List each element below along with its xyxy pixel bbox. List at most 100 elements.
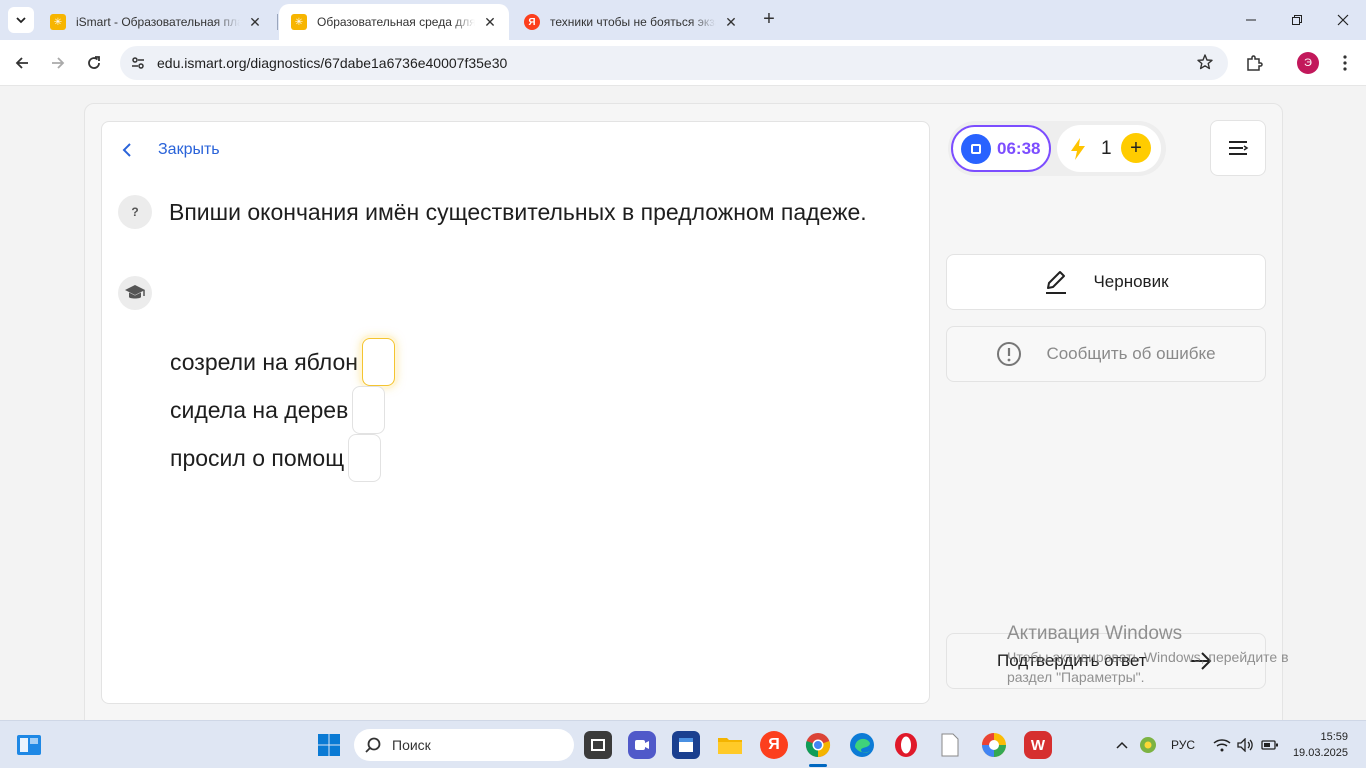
pencil-icon [1043,269,1069,295]
search-icon [365,737,381,753]
add-energy-button[interactable]: + [1121,133,1151,163]
exercise-line-1: созрели на яблон [170,338,395,386]
profile-avatar[interactable]: Э [1297,52,1319,74]
wps-office-icon[interactable]: W [1024,731,1052,759]
ismart-icon: ✳ [291,14,307,30]
back-button[interactable] [8,49,36,77]
search-placeholder: Поиск [392,737,431,753]
url-text: edu.ismart.org/diagnostics/67dabe1a6736e… [157,55,508,71]
chevron-left-icon [122,139,138,161]
exercise-text: созрели на яблон [170,348,358,375]
close-icon [1337,14,1349,26]
yandex-icon: Я [524,14,540,30]
new-tab-button[interactable]: + [758,9,780,31]
browser-menu-button[interactable] [1331,49,1359,77]
site-settings-icon[interactable] [128,53,148,73]
language-indicator[interactable]: РУС [1171,738,1195,752]
lightning-icon [1071,137,1085,160]
task-menu-button[interactable] [1210,120,1266,176]
minimize-button[interactable] [1228,0,1274,40]
stop-timer-icon[interactable] [961,133,991,164]
tab-title: iSmart - Образовательная платформа [76,15,240,29]
draft-label: Черновик [1093,272,1169,291]
browser-toolbar: edu.ismart.org/diagnostics/67dabe1a6736e… [0,40,1366,86]
opera-icon[interactable] [892,731,920,759]
minimize-icon [1246,19,1256,21]
report-error-button[interactable]: Сообщить об ошибке [946,326,1266,382]
bookmark-star-icon[interactable] [1196,53,1216,73]
tab-search-button[interactable] [8,7,34,33]
exercise-text: просил о помощ [170,444,345,471]
taskbar: Поиск Я W РУС 15:59 19.03.2025 [0,720,1366,768]
tab-strip: ✳ iSmart - Образовательная платформа ✕ ✳… [0,0,1366,40]
calendar-app-icon[interactable] [672,731,700,759]
energy-count: 1 [1101,137,1112,159]
restore-button[interactable] [1274,0,1320,40]
close-tab-icon[interactable]: ✕ [481,14,499,31]
exercise-line-3: просил о помощ [170,434,382,482]
confirm-label: Подтвердить ответ [997,651,1147,670]
ending-input-3[interactable] [348,434,382,482]
chevron-down-icon [16,17,26,24]
ending-input-2[interactable] [352,386,386,434]
tab-title: техники чтобы не бояться экзамена [550,15,716,29]
arrow-right-icon [52,57,65,69]
exercise-text: сидела на дерев [170,396,349,423]
chrome-icon[interactable] [804,731,832,759]
reload-button[interactable] [80,49,108,77]
draft-button[interactable]: Черновик [946,254,1266,310]
close-tab-icon[interactable]: ✕ [722,14,740,31]
close-label: Закрыть [158,141,220,158]
system-clock[interactable]: 15:59 19.03.2025 [1288,729,1348,761]
more-vertical-icon [1343,55,1347,71]
volume-icon[interactable] [1237,738,1255,752]
timer: 06:38 [951,125,1051,172]
exercise-line-2: сидела на дерев [170,386,386,434]
tab-learning-environment[interactable]: ✳ Образовательная среда для самостоятель… [279,4,509,40]
wifi-icon[interactable] [1213,738,1231,752]
color-wheel-app-icon[interactable] [980,731,1008,759]
active-app-indicator [809,764,827,767]
yandex-browser-icon[interactable]: Я [760,731,788,759]
help-question-icon[interactable]: ? [118,195,152,229]
timer-value: 06:38 [997,138,1041,158]
ending-input-1[interactable] [361,338,395,386]
report-label: Сообщить об ошибке [1046,344,1216,363]
close-tab-icon[interactable]: ✕ [246,14,264,31]
tab-divider [277,14,278,30]
teams-icon[interactable] [628,731,656,759]
forward-button[interactable] [44,49,72,77]
menu-list-icon [1229,141,1249,155]
graduation-cap-icon[interactable] [118,276,152,310]
windows-start-icon[interactable] [315,731,343,759]
puzzle-icon [1247,55,1263,71]
file-icon[interactable] [936,731,964,759]
chevron-up-icon[interactable] [1115,738,1129,752]
arrow-left-icon [15,57,28,69]
tab-title: Образовательная среда для самостоятельно… [317,15,475,29]
tab-ismart-platform[interactable]: ✳ iSmart - Образовательная платформа ✕ [38,4,274,40]
task-view-icon[interactable] [584,731,612,759]
alert-circle-icon [996,341,1022,367]
arrow-right-icon [1191,652,1212,670]
battery-icon[interactable] [1261,739,1279,751]
extensions-button[interactable] [1240,49,1268,77]
clock-date: 19.03.2025 [1292,747,1348,759]
widgets-icon[interactable] [15,731,43,759]
confirm-answer-button[interactable]: Подтвердить ответ [946,633,1266,689]
taskbar-search[interactable]: Поиск [354,729,574,761]
file-explorer-icon[interactable] [716,731,744,759]
close-task-link[interactable]: Закрыть [122,139,220,161]
edge-icon[interactable] [848,731,876,759]
address-bar[interactable]: edu.ismart.org/diagnostics/67dabe1a6736e… [120,46,1228,80]
app-status-icon[interactable] [1139,736,1157,754]
close-window-button[interactable] [1320,0,1366,40]
restore-icon [1292,15,1302,25]
clock-time: 15:59 [1320,731,1348,743]
reload-icon [88,56,100,69]
task-question: Впиши окончания имён существительных в п… [169,199,867,225]
ismart-icon: ✳ [50,14,66,30]
tab-exam-techniques[interactable]: Я техники чтобы не бояться экзамена ✕ [512,4,750,40]
energy-counter: 1 + [1057,125,1161,172]
system-tray: РУС [1115,721,1279,768]
